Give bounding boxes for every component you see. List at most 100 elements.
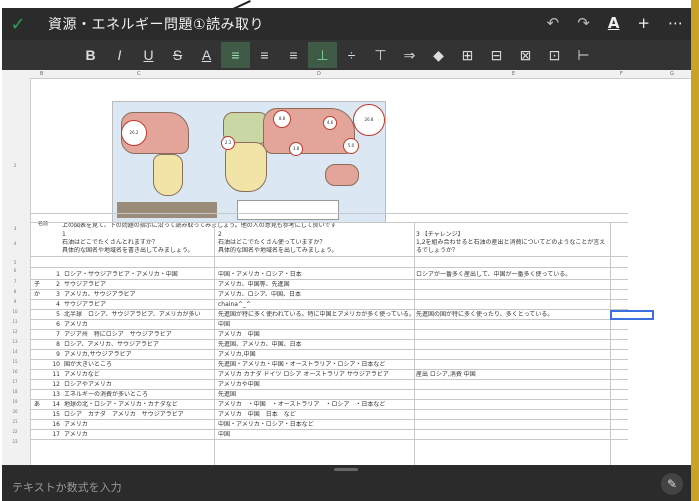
add-icon[interactable]: + xyxy=(637,14,650,32)
answer-cell-consume[interactable]: 先進国 xyxy=(218,391,414,398)
done-check-icon[interactable]: ✓ xyxy=(2,14,34,35)
answer-cell-consume[interactable]: 中国・アメリカ・ロシア・日本など xyxy=(218,421,414,428)
insert-row-below-button[interactable]: ⊠ xyxy=(511,42,540,68)
row-group-label[interactable]: か xyxy=(34,291,40,298)
underline-button[interactable]: U xyxy=(134,42,163,68)
question-line[interactable]: 具体的な国名や地域名を書き出してみましょう。 xyxy=(62,247,193,254)
bold-button[interactable]: B xyxy=(76,42,105,68)
row-index[interactable]: 15 xyxy=(50,411,60,418)
column-header[interactable]: B xyxy=(40,71,43,77)
row-index[interactable]: 4 xyxy=(50,301,60,308)
answer-cell-challenge[interactable]: ロシアが一番多く産出して、中国が一番多く使っている。 xyxy=(416,271,612,278)
row-index[interactable]: 14 xyxy=(50,401,60,408)
valign-top-button[interactable]: ⊤ xyxy=(366,42,395,68)
answer-cell-consume[interactable]: 中国・アメリカ・ロシア・日本 xyxy=(218,271,414,278)
valign-middle-button[interactable]: ÷ xyxy=(337,42,366,68)
valign-bottom-button[interactable]: ⊥ xyxy=(308,42,337,68)
answer-cell-consume[interactable]: 先進国・アメリカ・中国・オーストラリア・ロシア・日本など xyxy=(218,361,414,368)
sheet-grid-area[interactable]: B C D E F G 2 3 4 5 6 7 8 9 10 11 12 13 … xyxy=(2,70,691,465)
answer-cell-consume[interactable]: アメリカ、ロシア、中国、日本 xyxy=(218,291,414,298)
insert-column-left-button[interactable]: ⊡ xyxy=(540,42,569,68)
answer-cell-consume[interactable]: 中国 xyxy=(218,321,414,328)
answer-cell-consume[interactable]: 先進国が特に多く使われている。特に中国とアメリカが多く使っている。 xyxy=(218,311,414,318)
answer-cell-consume[interactable]: アメリカ 中国 xyxy=(218,331,414,338)
row-number[interactable]: 7 xyxy=(2,279,28,284)
strikethrough-button[interactable]: S xyxy=(163,42,192,68)
row-index[interactable]: 3 xyxy=(50,291,60,298)
row-number[interactable]: 12 xyxy=(2,329,28,334)
question-line[interactable]: 具体的な国名や地域名を出してみましょう。 xyxy=(218,247,337,254)
answer-cell-consume[interactable]: アメリカ 中国 日本 など xyxy=(218,411,414,418)
answer-cell-consume[interactable]: chaina^_^ xyxy=(218,301,414,308)
answer-cell-challenge[interactable]: 先進国の国が特に多く使ったり、多くとっている。 xyxy=(416,311,612,318)
row-header-bar[interactable]: 2 3 4 5 6 7 8 9 10 11 12 13 14 15 16 17 … xyxy=(2,78,31,465)
question-line[interactable]: るでしょうか？ xyxy=(416,247,458,254)
align-center-button[interactable]: ≡ xyxy=(250,42,279,68)
more-icon[interactable]: ⋯ xyxy=(668,14,683,32)
answer-cell-consume[interactable]: 中国 xyxy=(218,431,414,438)
column-header[interactable]: D xyxy=(317,71,321,77)
row-number[interactable]: 9 xyxy=(2,299,28,304)
row-number[interactable]: 5 xyxy=(2,260,28,265)
row-index[interactable]: 13 xyxy=(50,391,60,398)
row-index[interactable]: 8 xyxy=(50,341,60,348)
column-header[interactable]: G xyxy=(670,71,674,77)
question-line[interactable]: 石油はどこでたくさん使っていますか？ xyxy=(218,239,326,246)
row-number[interactable]: 2 xyxy=(2,163,28,168)
answer-cell-consume[interactable]: アメリカ,中国 xyxy=(218,351,414,358)
row-index[interactable]: 10 xyxy=(50,361,60,368)
row-index[interactable]: 9 xyxy=(50,351,60,358)
instruction-text[interactable]: 上の図表を見て、下の問題の指示に沿って読み取ってみましょう。他の人の意見も参考に… xyxy=(62,222,336,229)
column-header[interactable]: E xyxy=(512,71,515,77)
text-format-icon[interactable]: A xyxy=(608,14,620,32)
row-number[interactable]: 18 xyxy=(2,389,28,394)
row-number[interactable]: 16 xyxy=(2,369,28,374)
row-number[interactable]: 6 xyxy=(2,268,28,273)
question-number[interactable]: 3 【チャレンジ】 xyxy=(416,231,464,238)
row-number[interactable]: 13 xyxy=(2,339,28,344)
wrap-text-button[interactable]: ⇒ xyxy=(395,42,424,68)
row-number[interactable]: 4 xyxy=(2,241,28,246)
answer-cell-consume[interactable]: 先進国、アメリカ、中国、日本 xyxy=(218,341,414,348)
row-group-label[interactable]: あ xyxy=(34,401,40,408)
row-index[interactable]: 17 xyxy=(50,431,60,438)
row-number[interactable]: 14 xyxy=(2,349,28,354)
text-color-button[interactable]: A xyxy=(192,42,221,68)
row-number[interactable]: 20 xyxy=(2,409,28,414)
insert-row-above-button[interactable]: ⊟ xyxy=(482,42,511,68)
row-index[interactable]: 11 xyxy=(50,371,60,378)
question-number[interactable]: 1 xyxy=(62,231,66,238)
redo-icon[interactable]: ↷ xyxy=(577,14,590,32)
row-number[interactable]: 22 xyxy=(2,429,28,434)
undo-icon[interactable]: ↶ xyxy=(547,14,560,32)
answer-cell-consume[interactable]: アメリカ、中国等、先進国 xyxy=(218,281,414,288)
row-number[interactable]: 8 xyxy=(2,289,28,294)
row-index[interactable]: 16 xyxy=(50,421,60,428)
question-line[interactable]: 1,2を組み合わせると石油の産出と消費についてどのようなことが言え xyxy=(416,239,612,246)
answer-cell-consume[interactable]: アメリカや中国 xyxy=(218,381,414,388)
edit-pencil-icon[interactable]: ✎ xyxy=(661,473,683,495)
row-index[interactable]: 6 xyxy=(50,321,60,328)
row-number[interactable]: 19 xyxy=(2,399,28,404)
row-number[interactable]: 21 xyxy=(2,419,28,424)
column-header[interactable]: F xyxy=(620,71,623,77)
drag-handle[interactable] xyxy=(334,468,358,471)
row-index[interactable]: 2 xyxy=(50,281,60,288)
row-number[interactable]: 17 xyxy=(2,379,28,384)
fill-color-button[interactable]: ◆ xyxy=(424,42,453,68)
selected-cell[interactable] xyxy=(610,310,654,320)
row-number[interactable]: 15 xyxy=(2,359,28,364)
row-number[interactable]: 3 xyxy=(2,226,28,231)
row-index[interactable]: 1 xyxy=(50,271,60,278)
row-group-label[interactable]: 子 xyxy=(34,281,40,288)
answer-cell-consume[interactable]: アメリカ ・中国 ・オーストラリア ・ロシア ・日本など xyxy=(218,401,414,408)
cell-grid[interactable]: 名前 26.2 8.8 26.8 3.8 5.0 2.3 4.6 上の図表を見て… xyxy=(30,78,691,465)
row-number[interactable]: 11 xyxy=(2,319,28,324)
align-right-button[interactable]: ≡ xyxy=(279,42,308,68)
align-left-button[interactable]: ≡ xyxy=(221,42,250,68)
row-number[interactable]: 23 xyxy=(2,439,28,444)
column-header[interactable]: C xyxy=(137,71,141,77)
row-index[interactable]: 7 xyxy=(50,331,60,338)
question-number[interactable]: 2 xyxy=(218,231,222,238)
formula-input[interactable]: テキストか数式を入力 xyxy=(12,479,122,495)
